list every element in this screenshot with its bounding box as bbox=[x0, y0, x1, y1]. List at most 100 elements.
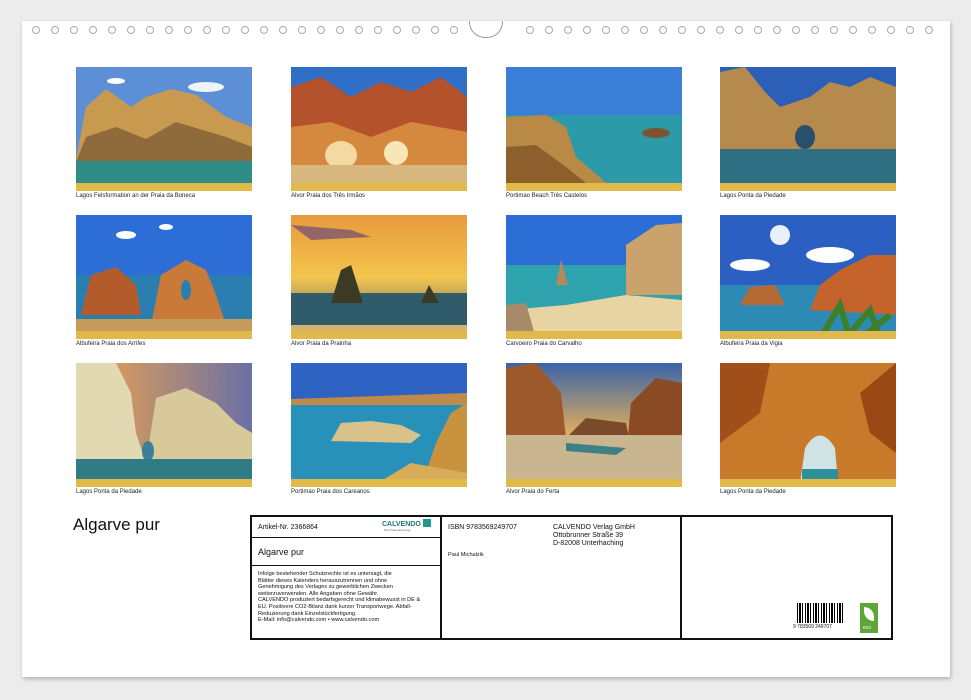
binding-ring bbox=[32, 26, 40, 34]
binding-ring bbox=[887, 26, 895, 34]
binding-ring bbox=[70, 26, 78, 34]
legal-notice: Infolge bestehender Schutzrechte ist es … bbox=[258, 571, 420, 624]
binding-ring bbox=[830, 26, 838, 34]
binding-ring bbox=[412, 26, 420, 34]
isbn: ISBN 9783569249707 bbox=[448, 524, 517, 531]
binding-ring bbox=[165, 26, 173, 34]
legal-line: Blätter dieses Kalenders herauszutrennen… bbox=[258, 577, 388, 584]
photo-portimao-careanos bbox=[291, 363, 467, 487]
barcode-bars bbox=[797, 603, 845, 623]
photo-caption: Albufeira Praia da Vigia bbox=[720, 341, 783, 347]
legal-line: CALVENDO produziert bedarfsgerecht und k… bbox=[258, 597, 421, 604]
calvendo-tagline: Das Kalenderverlag bbox=[384, 528, 411, 532]
binding-ring bbox=[849, 26, 857, 34]
calendar-title: Algarve pur bbox=[73, 515, 160, 534]
binding-ring bbox=[203, 26, 211, 34]
divider bbox=[252, 537, 440, 538]
legal-line: Infolge bestehender Schutzrechte ist es … bbox=[258, 571, 392, 577]
publisher-address: CALVENDO Verlag GmbH Ottobrunner Straße … bbox=[553, 524, 635, 548]
binding-ring bbox=[754, 26, 762, 34]
photo-lagos-boneca bbox=[76, 67, 252, 191]
calvendo-logo: CALVENDO bbox=[382, 519, 431, 528]
photo-lagos-ponta-piedade-1 bbox=[720, 67, 896, 191]
binding-ring bbox=[317, 26, 325, 34]
binding-ring bbox=[89, 26, 97, 34]
photo-alvor-tres-irmaos bbox=[291, 67, 467, 191]
binding-ring bbox=[51, 26, 59, 34]
binding-ring bbox=[602, 26, 610, 34]
eco-badge: eco bbox=[860, 603, 878, 633]
binding-ring bbox=[564, 26, 572, 34]
legal-line: Genehmigung des Verlages zu gewerblichen… bbox=[258, 584, 393, 591]
binding-ring bbox=[545, 26, 553, 34]
author: Paul Michalzik bbox=[448, 552, 484, 558]
article-number: Artikel-Nr. 2366864 bbox=[258, 524, 318, 531]
photo-caption: Alvor Praia do Ferta bbox=[506, 489, 560, 495]
legal-line: Reduzierung dank Einzelstückfertigung. bbox=[258, 610, 357, 617]
photo-caption: Lagos Ponta da Piedade bbox=[720, 193, 786, 199]
publisher-line: D-82008 Unterhaching bbox=[553, 540, 624, 547]
legal-line: E-Mail: info@calvendo.com • www.calvendo… bbox=[258, 617, 380, 624]
publisher-line: Ottobrunner Straße 39 bbox=[553, 532, 624, 539]
photo-alvor-ferta bbox=[506, 363, 682, 487]
binding-ring bbox=[279, 26, 287, 34]
eco-label: eco bbox=[863, 625, 872, 631]
photo-caption: Lagos Felsformation an der Praia da Bone… bbox=[76, 193, 196, 199]
photo-caption: Albufeira Praia dos Arrifes bbox=[76, 341, 146, 347]
binding-ring bbox=[393, 26, 401, 34]
binding-ring bbox=[526, 26, 534, 34]
binding-ring bbox=[678, 26, 686, 34]
binding-ring bbox=[583, 26, 591, 34]
photo-caption: Alvor Praia da Prainha bbox=[291, 341, 352, 347]
binding-ring bbox=[659, 26, 667, 34]
binding-ring bbox=[146, 26, 154, 34]
divider bbox=[252, 565, 440, 566]
photo-caption: Lagos Ponta da Piedade bbox=[76, 489, 142, 495]
photo-alvor-prainha bbox=[291, 215, 467, 339]
binding-ring bbox=[336, 26, 344, 34]
binding-ring bbox=[716, 26, 724, 34]
binding-ring bbox=[431, 26, 439, 34]
binding-ring bbox=[697, 26, 705, 34]
binding-ring bbox=[640, 26, 648, 34]
photo-albufeira-vigia bbox=[720, 215, 896, 339]
barcode: 9 783569 249707 bbox=[793, 603, 845, 630]
photo-caption: Portimao Beach Três Castelos bbox=[506, 193, 588, 199]
binding-ring bbox=[355, 26, 363, 34]
binding-ring bbox=[792, 26, 800, 34]
photo-caption: Alvor Praia dos Três Irmãos bbox=[291, 193, 366, 199]
legal-line: weiterzuverwenden. Alle Angaben ohne Gew… bbox=[258, 590, 379, 597]
photo-carvoeiro-carvalho bbox=[506, 215, 682, 339]
photo-caption: Lagos Ponta da Piedade bbox=[720, 489, 786, 495]
binding-ring bbox=[925, 26, 933, 34]
binding-ring bbox=[184, 26, 192, 34]
photo-caption: Portimao Praia dos Careanos bbox=[291, 489, 370, 495]
binding-ring bbox=[298, 26, 306, 34]
binding-ring bbox=[450, 26, 458, 34]
barcode-number: 9 783569 249707 bbox=[793, 624, 832, 630]
imprint-box: Artikel-Nr. 2366864 CALVENDO Das Kalende… bbox=[250, 515, 893, 640]
binding-ring bbox=[260, 26, 268, 34]
divider bbox=[680, 517, 682, 638]
divider bbox=[440, 517, 442, 638]
binding-ring bbox=[621, 26, 629, 34]
binding-ring bbox=[906, 26, 914, 34]
photo-albufeira-arrifes bbox=[76, 215, 252, 339]
calvendo-logo-text: CALVENDO bbox=[382, 521, 421, 528]
binding-ring bbox=[868, 26, 876, 34]
leaf-icon bbox=[864, 607, 874, 621]
binding-ring bbox=[127, 26, 135, 34]
binding-ring bbox=[374, 26, 382, 34]
legal-line: EU. Positivere CO2-Bilanz dank kurzer Tr… bbox=[258, 603, 412, 610]
imprint-title: Algarve pur bbox=[258, 547, 305, 557]
binding-ring bbox=[222, 26, 230, 34]
photo-lagos-ponta-piedade-3 bbox=[720, 363, 896, 487]
binding-ring bbox=[773, 26, 781, 34]
calendar-page: Lagos Felsformation an der Praia da Bone… bbox=[22, 21, 950, 677]
publisher-line: CALVENDO Verlag GmbH bbox=[553, 524, 635, 531]
binding-ring bbox=[241, 26, 249, 34]
binding-ring bbox=[108, 26, 116, 34]
binding-ring bbox=[735, 26, 743, 34]
binding-ring bbox=[811, 26, 819, 34]
photo-lagos-ponta-piedade-2 bbox=[76, 363, 252, 487]
